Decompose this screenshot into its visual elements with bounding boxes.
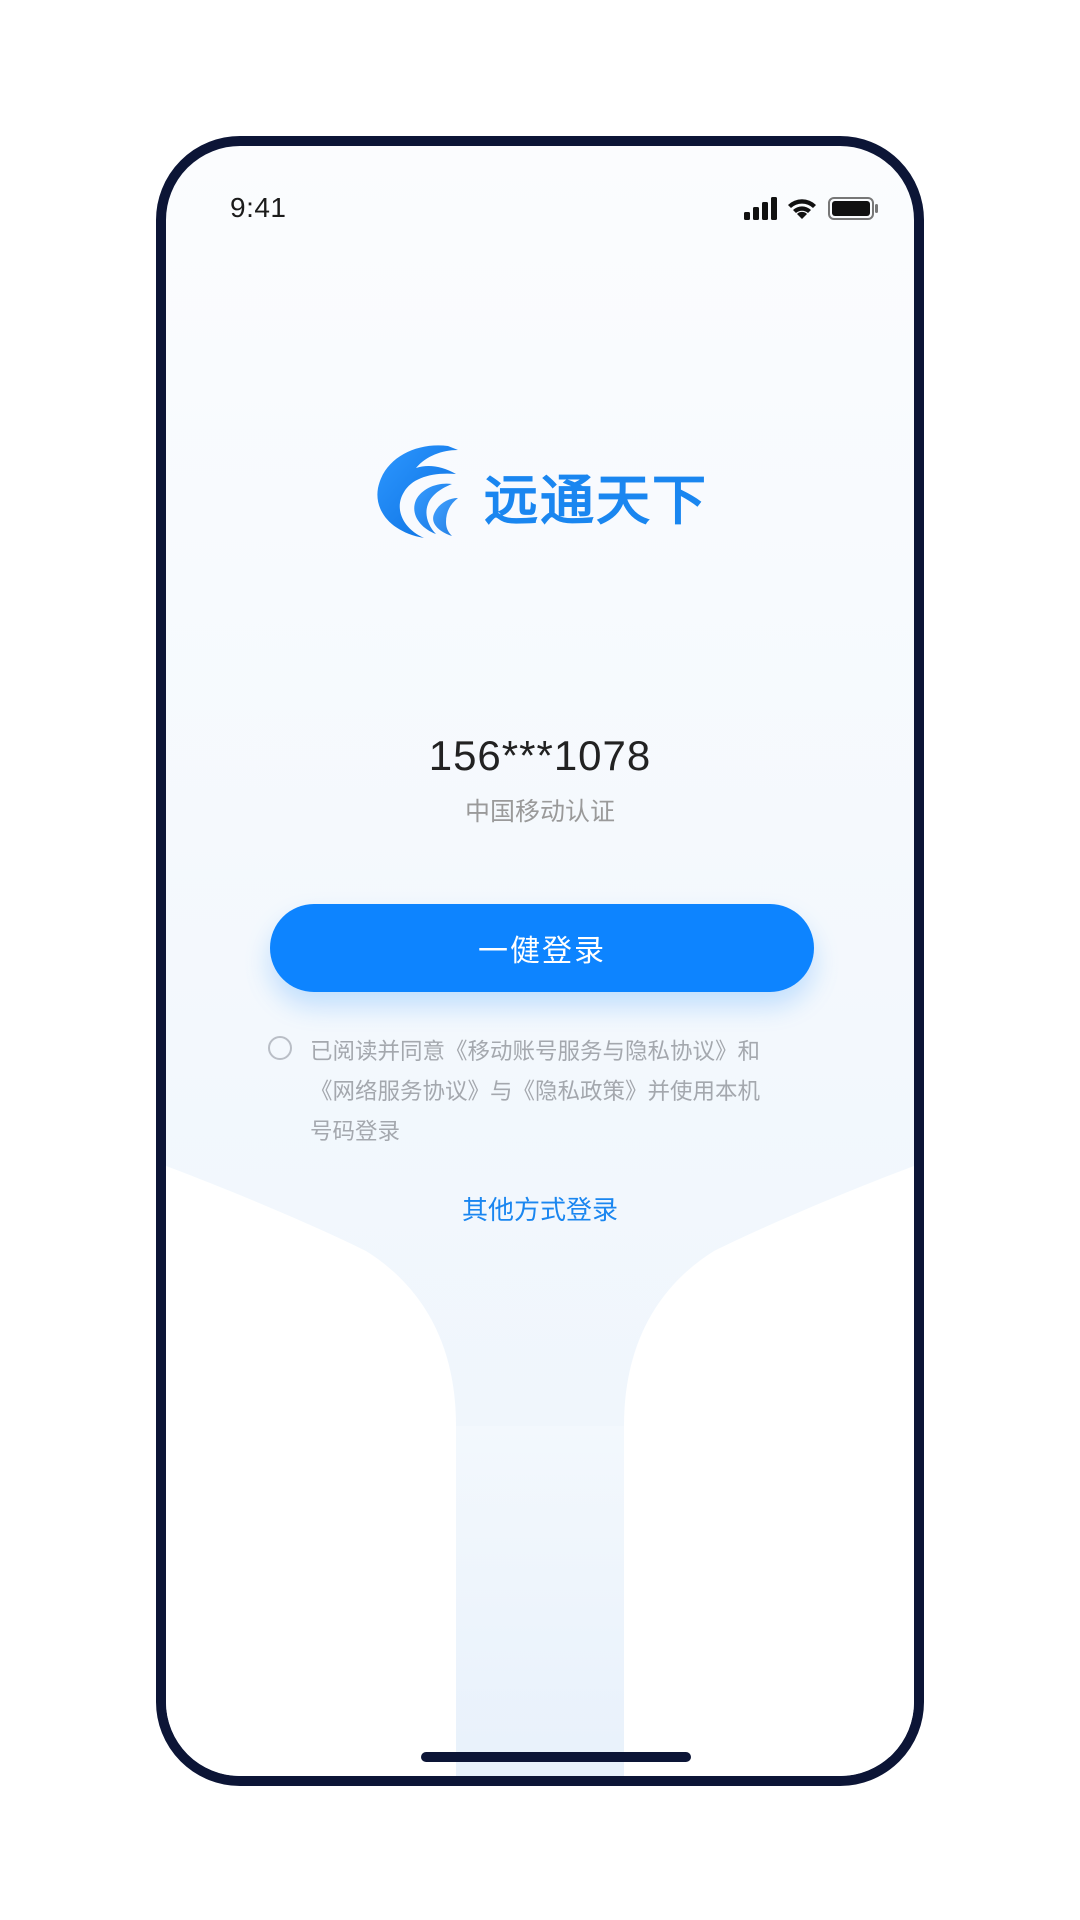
home-indicator[interactable] [421, 1752, 691, 1762]
agreement-line[interactable]: 已阅读并同意《移动账号服务与隐私协议》和 [310, 1032, 828, 1072]
masked-phone-number: 156***1078 [428, 732, 652, 779]
one-click-login-button[interactable]: 一健登录 [270, 904, 814, 992]
agreement-line: 号码登录 [310, 1119, 401, 1144]
battery-icon [828, 197, 878, 220]
brand-logo: 远通天下 [376, 442, 716, 552]
brand-name: 远通天下 [484, 469, 708, 532]
status-time: 9:41 [230, 192, 287, 223]
stage: 9:41 远通天下 156***1078 中国移动认证 一健登录 已阅读并同意《… [0, 0, 1080, 1920]
status-icons [744, 197, 878, 220]
wifi-icon [788, 199, 816, 219]
signal-icon [744, 197, 777, 220]
agreement-text: 已阅读并同意《移动账号服务与隐私协议》和 《网络服务协议》与《隐私政策》并使用本… [310, 1032, 828, 1152]
carrier-label: 中国移动认证 [464, 798, 615, 826]
status-bar: 9:41 [166, 146, 914, 246]
agreement-checkbox[interactable] [268, 1036, 292, 1060]
login-screen: 9:41 远通天下 156***1078 中国移动认证 一健登录 已阅读并同意《… [166, 146, 914, 1776]
other-login-link[interactable]: 其他方式登录 [166, 1190, 914, 1227]
phone-frame: 9:41 远通天下 156***1078 中国移动认证 一健登录 已阅读并同意《… [156, 136, 924, 1786]
agreement-line[interactable]: 《网络服务协议》与《隐私政策》并使用本机 [310, 1072, 828, 1112]
brand-logo-icon [377, 445, 458, 538]
